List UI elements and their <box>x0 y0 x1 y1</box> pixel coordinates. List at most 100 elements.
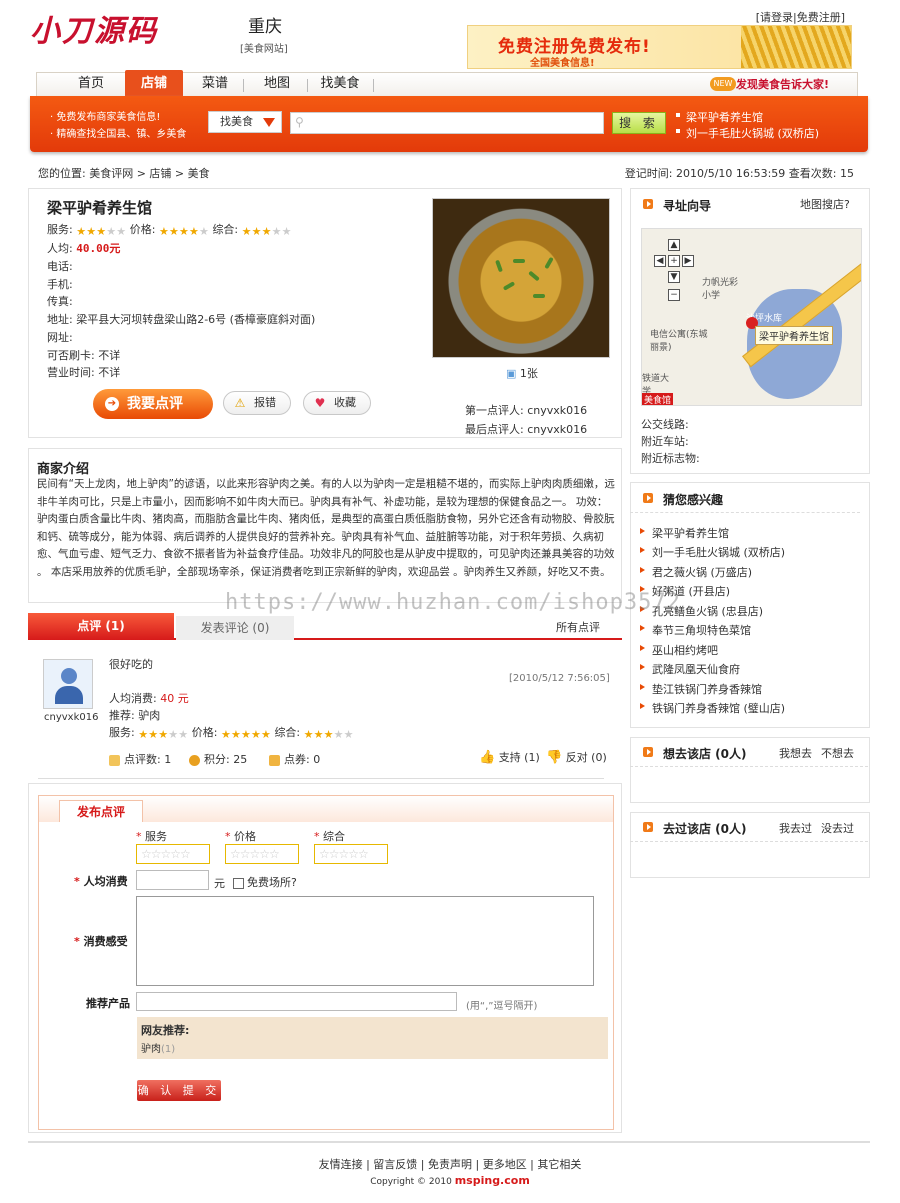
interest-item[interactable]: 铁锅门养身香辣馆 (璧山店) <box>640 700 785 716</box>
interest-item[interactable]: 梁平驴肴养生馆 <box>640 525 729 541</box>
pan-up-icon[interactable]: ▲ <box>668 239 680 251</box>
pan-left-icon[interactable]: ◀ <box>654 255 666 267</box>
interest-item[interactable]: 奉节三角坝特色菜馆 <box>640 622 751 638</box>
friend-recommend-item[interactable]: 驴肉(1) <box>141 1040 175 1055</box>
shop-photo[interactable] <box>432 198 610 358</box>
zoom-out-icon[interactable]: − <box>668 289 680 301</box>
nearby-stations: 附近车站: <box>641 435 689 448</box>
location-map[interactable]: ▲ ◀ + ▶ ▼ − 力帆光彩小学 电信公寓(东城丽景) 铁道大学 沙坪水库 … <box>641 228 862 406</box>
star-filled-icon: ★ <box>251 225 262 238</box>
yuan-unit: 元 <box>214 877 225 890</box>
intro-title: 商家介绍 <box>37 462 90 477</box>
write-review-button[interactable]: ➔ 我要点评 <box>93 389 213 419</box>
zoom-in-icon[interactable]: + <box>668 255 680 267</box>
map-search-link[interactable]: 地图搜店? <box>800 196 850 212</box>
spend-input[interactable] <box>136 870 209 890</box>
favorite-label: 收藏 <box>334 396 356 409</box>
write-review-label: 我要点评 <box>127 396 183 412</box>
interest-item[interactable]: 巫山相约烤吧 <box>640 642 718 658</box>
overall-rating-label: * 综合 <box>314 830 345 843</box>
oppose-button[interactable]: 👎 反对 (0) <box>546 749 607 765</box>
submit-review-button[interactable]: 确 认 提 交 <box>137 1080 221 1101</box>
thumbs-down-icon: 👎 <box>546 750 563 765</box>
main-nav: 首页 店铺 菜谱 地图 找美食 NEW 发现美食告诉大家! <box>36 70 858 97</box>
friend-recommend-box: 网友推荐: 驴肉(1) <box>137 1017 608 1059</box>
star-filled-icon: ★ <box>230 728 241 741</box>
search-input[interactable]: ⚲ <box>290 112 604 134</box>
not-been-button[interactable]: 没去过 <box>821 820 854 836</box>
first-reviewer[interactable]: 第一点评人: cnyvxk016 <box>465 402 587 418</box>
review-title: 很好吃的 <box>109 658 153 671</box>
star-empty-icon: ★ <box>333 728 344 741</box>
hot-link-2[interactable]: 刘一手毛肚火锅城 (双桥店) <box>675 125 819 141</box>
avg-label: 人均: <box>47 242 73 255</box>
website: 网址: <box>47 331 73 344</box>
footer-divider <box>28 1141 870 1143</box>
intro-text: 民间有“天上龙肉，地上驴肉”的谚语，以此来形容驴肉之美。有的人以为驴肉一定是粗糙… <box>37 478 615 578</box>
not-want-go-button[interactable]: 不想去 <box>821 745 854 761</box>
footer-brand[interactable]: msping.com <box>455 1174 530 1187</box>
been-there-button[interactable]: 我去过 <box>779 820 812 836</box>
divider <box>630 841 868 842</box>
last-reviewer[interactable]: 最后点评人: cnyvxk016 <box>465 421 587 437</box>
review-overall-label: 综合: <box>274 726 301 739</box>
photo-count[interactable]: ▣ 1张 <box>506 365 538 381</box>
interest-item[interactable]: 垫江铁锅门养身香辣馆 <box>640 681 762 697</box>
want-go-button[interactable]: 我想去 <box>779 745 812 761</box>
free-place-checkbox[interactable]: 免费场所? <box>233 874 297 890</box>
star-empty-icon: ★ <box>178 728 189 741</box>
star-empty-icon: ★ <box>168 728 179 741</box>
tab-post-comment[interactable]: 发表评论 (0) <box>176 616 294 640</box>
nearby-landmarks: 附近标志物: <box>641 452 700 465</box>
support-button[interactable]: 👍 支持 (1) <box>479 749 540 765</box>
price-star-picker[interactable]: ☆☆☆☆☆ <box>225 844 299 864</box>
favorite-button[interactable]: ♥ 收藏 <box>303 391 371 415</box>
search-type-value: 找美食 <box>220 115 253 128</box>
search-button[interactable]: 搜 索 <box>612 112 666 134</box>
arrow-right-icon: ➔ <box>105 397 119 411</box>
interest-item[interactable]: 刘一手毛肚火锅城 (双桥店) <box>640 544 785 560</box>
footer-links[interactable]: 友情连接 | 留言反馈 | 免责声明 | 更多地区 | 其它相关 <box>0 1156 900 1172</box>
site-logo[interactable]: 小刀源码 <box>30 6 158 50</box>
map-shop-label[interactable]: 梁平驴肴养生馆 <box>755 326 833 345</box>
map-place-marker: 美食馆 <box>642 393 674 405</box>
search-bar: · 免费发布商家美食信息! · 精确查找全国县、镇、乡美食 找美食 ⚲ 搜 索 … <box>30 96 868 152</box>
product-input[interactable] <box>136 992 457 1011</box>
photo-count-label: 1张 <box>519 367 538 380</box>
interest-item[interactable]: 武隆凤凰天仙食府 <box>640 661 740 677</box>
review-coupons: 点券: 0 <box>269 751 320 767</box>
interest-item[interactable]: 君之薇火锅 (万盛店) <box>640 564 752 580</box>
breadcrumb[interactable]: 您的位置: 美食评网 > 店铺 > 美食 <box>38 165 210 181</box>
publish-tab[interactable]: 发布点评 <box>59 800 143 822</box>
review-count: 点评数: 1 <box>109 751 171 767</box>
tab-find-food[interactable]: 找美食 <box>311 73 369 97</box>
feeling-textarea[interactable] <box>136 896 594 986</box>
price-label: 价格: <box>129 223 156 236</box>
service-star-picker[interactable]: ☆☆☆☆☆ <box>136 844 210 864</box>
register-banner[interactable]: 免费注册免费发布! 全国美食信息! <box>467 25 852 69</box>
checkbox-icon[interactable] <box>233 877 244 889</box>
shop-name: 梁平驴肴养生馆 <box>47 199 153 217</box>
tab-shops[interactable]: 店铺 <box>125 70 183 97</box>
tab-recipes[interactable]: 菜谱 <box>187 73 243 97</box>
all-reviews-link[interactable]: 所有点评 <box>556 619 600 635</box>
hot-link-1[interactable]: 梁平驴肴养生馆 <box>676 109 763 125</box>
avatar[interactable] <box>43 659 93 709</box>
review-user[interactable]: cnyvxk016 <box>44 712 98 723</box>
pan-down-icon[interactable]: ▼ <box>668 271 680 283</box>
tab-map[interactable]: 地图 <box>249 73 305 97</box>
login-register-links[interactable]: [请登录|免费注册] <box>756 9 845 25</box>
shop-ratings: 服务: ★★★★★ 价格: ★★★★★ 综合: ★★★★★ <box>47 221 292 237</box>
banner-subline: 全国美食信息! <box>530 58 595 69</box>
service-rating-label: * 服务 <box>136 830 167 843</box>
search-type-select[interactable]: 找美食 <box>208 111 282 133</box>
tab-home[interactable]: 首页 <box>61 73 121 97</box>
nav-tagline[interactable]: 发现美食告诉大家! <box>736 76 829 92</box>
report-error-button[interactable]: ⚠ 报错 <box>223 391 291 415</box>
tab-reviews[interactable]: 点评 (1) <box>28 613 174 640</box>
interest-title: 猜您感兴趣 <box>643 491 723 508</box>
pan-right-icon[interactable]: ▶ <box>682 255 694 267</box>
avg-price: 人均: 40.00元 <box>47 240 120 256</box>
overall-star-picker[interactable]: ☆☆☆☆☆ <box>314 844 388 864</box>
map-place-apartment: 电信公寓(东城丽景) <box>650 330 708 353</box>
